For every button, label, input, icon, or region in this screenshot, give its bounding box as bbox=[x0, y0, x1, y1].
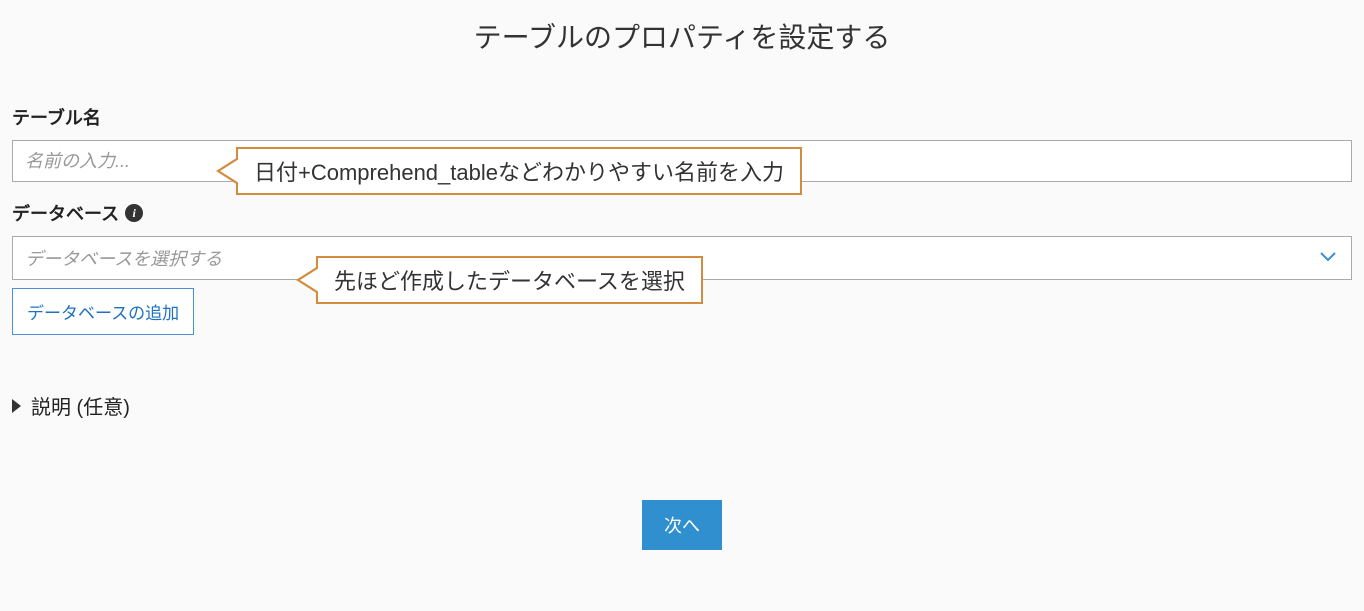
description-label: 説明 (任意) bbox=[31, 391, 130, 420]
caret-right-icon bbox=[12, 399, 21, 413]
next-button[interactable]: 次へ bbox=[642, 500, 722, 550]
page-title: テーブルのプロパティを設定する bbox=[12, 16, 1352, 56]
database-label-text: データベース bbox=[12, 200, 119, 226]
table-name-label: テーブル名 bbox=[12, 104, 1352, 130]
callout-table-name: 日付+Comprehend_tableなどわかりやすい名前を入力 bbox=[236, 147, 802, 195]
add-database-button[interactable]: データベースの追加 bbox=[12, 288, 194, 335]
callout-database: 先ほど作成したデータベースを選択 bbox=[316, 256, 703, 304]
info-icon[interactable]: i bbox=[125, 204, 143, 222]
database-label: データベース i bbox=[12, 200, 1352, 226]
description-toggle[interactable]: 説明 (任意) bbox=[12, 391, 1352, 420]
